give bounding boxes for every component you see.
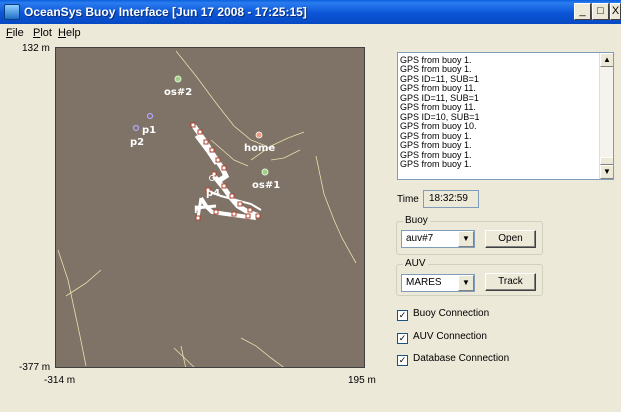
menu-help-key: H [58,27,66,39]
auv-position-mark [203,139,209,145]
database-connection-label: Database Connection [413,353,510,364]
track-button[interactable]: Track [485,273,536,291]
maximize-button[interactable]: □ [592,3,609,20]
buoy-connection-label: Buoy Connection [413,308,490,319]
menu-bar: File Plot Help [0,24,621,42]
close-button[interactable]: X [610,3,621,20]
menu-plot-label: lot [40,27,52,39]
coastline [65,269,102,297]
time-label: Time [397,194,419,205]
buoy-os1-marker[interactable] [261,168,269,176]
log-scrollbar[interactable]: ▲ ▼ [599,53,613,179]
message-log[interactable]: GPS from buoy 1. GPS from buoy 1. GPS ID… [397,52,614,180]
chevron-down-icon[interactable]: ▼ [458,275,474,291]
message-log-lines: GPS from buoy 1. GPS from buoy 1. GPS ID… [400,55,480,169]
coastline [175,50,267,147]
map-canvas[interactable]: os#2 p1 p2 home os#1 p4 p [56,48,365,368]
auv-position-mark [255,213,261,219]
coastline [57,249,87,367]
title-bar: OceanSys Buoy Interface [Jun 17 2008 - 1… [0,0,621,24]
auv-connection-checkbox[interactable]: ✓ AUV Connection [397,331,487,344]
window-title: OceanSys Buoy Interface [Jun 17 2008 - 1… [24,5,307,19]
coastline [270,149,301,161]
auv-position-mark [195,215,201,221]
buoy-os1-label: os#1 [252,180,280,191]
menu-help[interactable]: Help [58,27,81,39]
menu-file-label: ile [12,27,24,39]
map-x-right-label: 195 m [348,375,376,386]
open-button[interactable]: Open [485,230,536,248]
auv-position-mark [221,183,227,189]
checkbox-check-icon[interactable]: ✓ [397,355,408,366]
map-x-left-label: -314 m [44,375,76,386]
map-view[interactable]: os#2 p1 p2 home os#1 p4 p [55,47,365,368]
log-line: GPS from buoy 1. [400,158,472,169]
point-p4-label: p4 [206,188,220,199]
point-p2-marker[interactable] [132,124,140,132]
auv-position-mark [197,129,203,135]
menu-help-label: elp [65,27,81,39]
auv-position-mark [237,201,243,207]
app-icon [4,4,20,20]
chevron-down-icon[interactable]: ▼ [458,231,474,247]
checkbox-check-icon[interactable]: ✓ [397,333,408,344]
point-p1-marker[interactable] [146,112,154,120]
scroll-down-icon[interactable]: ▼ [600,165,613,179]
menu-file-key: F [6,27,13,39]
map-y-bottom-label: -377 m [19,362,51,373]
auv-group: AUV MARES ▼ Track [396,258,543,296]
coastline [315,155,357,264]
auv-position-mark [221,165,227,171]
scroll-thumb[interactable] [600,157,613,165]
auv-position-mark [190,122,196,128]
auv-position-mark [213,209,219,215]
auv-select[interactable]: MARES ▼ [401,274,475,292]
buoy-connection-checkbox[interactable]: ✓ Buoy Connection [397,308,489,321]
buoy-select-value: auv#7 [406,233,434,244]
scroll-up-icon[interactable]: ▲ [600,53,613,67]
minimize-button[interactable]: _ [574,3,591,20]
auv-position-mark [209,147,215,153]
menu-plot[interactable]: Plot [33,27,52,39]
auv-position-mark [231,211,237,217]
home-label: home [244,143,275,154]
buoy-group: Buoy auv#7 ▼ Open [396,215,543,255]
auv-position-mark [247,207,253,213]
buoy-os2-marker[interactable] [174,75,182,83]
auv-group-title: AUV [403,258,428,269]
auv-connection-label: AUV Connection [413,331,487,342]
time-field: 18:32:59 [423,190,479,208]
point-p3-label: p [194,203,201,214]
home-marker[interactable] [255,131,263,139]
map-y-top-label: 132 m [22,43,50,54]
database-connection-checkbox[interactable]: ✓ Database Connection [397,353,509,366]
menu-file[interactable]: File [6,27,24,39]
checkbox-check-icon[interactable]: ✓ [397,310,408,321]
point-p1-label: p1 [142,125,156,136]
auv-position-mark [229,193,235,199]
coastline [240,337,284,367]
auv-track [190,122,262,221]
auv-select-value: MARES [406,277,442,288]
buoy-select[interactable]: auv#7 ▼ [401,230,475,248]
buoy-os2-label: os#2 [164,87,192,98]
auv-position-mark [215,157,221,163]
point-p2-label: p2 [130,137,144,148]
auv-position-mark [245,213,251,219]
buoy-group-title: Buoy [403,215,430,226]
